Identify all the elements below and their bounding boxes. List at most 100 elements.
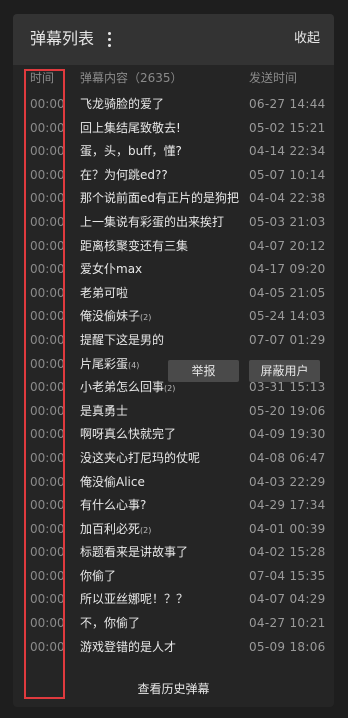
row-content-text: 标题看来是讲故事了 — [80, 545, 189, 560]
row-sent-time: 07-07 01:29 — [249, 332, 326, 347]
danmaku-row[interactable]: 00:00 提醒下这是男的 07-07 01:29 — [13, 329, 334, 353]
row-time: 00:00 — [30, 498, 65, 513]
row-time: 00:00 — [30, 285, 65, 300]
danmaku-row[interactable]: 00:00 加百利必死(2) 04-01 00:39 — [13, 518, 334, 542]
panel-title: 弹幕列表 — [30, 29, 95, 48]
row-content-text: 回上集结尾致敬去! — [80, 120, 181, 135]
row-time: 00:00 — [30, 616, 65, 631]
danmaku-row[interactable]: 00:00 在？为何跳ed?? 05-07 10:14 — [13, 164, 334, 188]
danmaku-row[interactable]: 00:00 蛋，头，buff，懂? 04-14 22:34 — [13, 140, 334, 164]
row-content: 飞龙骑脸的爱了 — [80, 93, 164, 117]
row-content-text: 加百利必死 — [80, 521, 141, 536]
danmaku-row[interactable]: 00:00 有什么心事? 04-29 17:34 — [13, 494, 334, 518]
row-content: 那个说前面ed有正片的是狗把 — [80, 187, 239, 211]
row-sent-time: 04-01 00:39 — [249, 521, 326, 536]
more-options-icon[interactable] — [108, 32, 112, 48]
danmaku-row[interactable]: 00:00 所以亚丝娜呢！？？ 04-07 04:29 — [13, 588, 334, 612]
danmaku-row[interactable]: 00:00 是真勇士 05-20 19:06 — [13, 400, 334, 424]
row-time: 00:00 — [30, 403, 65, 418]
report-button[interactable]: 举报 — [168, 360, 239, 382]
row-sent-time: 04-07 20:12 — [249, 238, 326, 253]
row-content-text: 有什么心事? — [80, 498, 147, 513]
row-time: 00:00 — [30, 262, 65, 277]
row-time: 00:00 — [30, 592, 65, 607]
row-content: 游戏登错的是人才 — [80, 636, 176, 660]
row-sent-time: 04-07 04:29 — [249, 592, 326, 607]
row-content-text: 老弟可啦 — [80, 285, 129, 300]
row-time: 00:00 — [30, 309, 65, 324]
row-content: 啊呀真么快就完了 — [80, 423, 176, 447]
danmaku-row[interactable]: 00:00 距离核聚变还有三集 04-07 20:12 — [13, 235, 334, 259]
danmaku-row[interactable]: 00:00 标题看来是讲故事了 04-02 15:28 — [13, 541, 334, 565]
row-time: 00:00 — [30, 474, 65, 489]
row-sent-time: 05-24 14:03 — [249, 309, 326, 324]
row-sent-time: 05-09 18:06 — [249, 639, 326, 654]
row-time: 00:00 — [30, 97, 65, 111]
danmaku-row[interactable]: 00:00 俺没偷妹子(2) 05-24 14:03 — [13, 305, 334, 329]
block-user-button[interactable]: 屏蔽用户 — [249, 360, 320, 382]
column-header-sent-time[interactable]: 发送时间 — [249, 68, 297, 88]
row-content: 上一集说有彩蛋的出来挨打 — [80, 211, 224, 235]
row-content-text: 俺没偷Alice — [80, 474, 145, 489]
row-sent-time: 04-02 15:28 — [249, 545, 326, 560]
row-content-text: 提醒下这是男的 — [80, 332, 165, 347]
row-time: 00:00 — [30, 568, 65, 583]
row-sent-time: 05-02 15:21 — [249, 120, 326, 135]
row-repeat-count: (2) — [140, 313, 152, 323]
row-time: 00:00 — [30, 356, 65, 371]
danmaku-row[interactable]: 00:00 俺没偷Alice 04-03 22:29 — [13, 471, 334, 495]
row-repeat-count: (2) — [140, 525, 152, 535]
row-time: 00:00 — [30, 167, 65, 182]
row-time: 00:00 — [30, 545, 65, 560]
row-time: 00:00 — [30, 120, 65, 135]
danmaku-row[interactable]: 00:00 上一集说有彩蛋的出来挨打 05-03 21:03 — [13, 211, 334, 235]
row-sent-time: 04-04 22:38 — [249, 191, 326, 206]
row-time: 00:00 — [30, 450, 65, 465]
row-sent-time: 04-14 22:34 — [249, 144, 326, 159]
row-content: 回上集结尾致敬去! — [80, 117, 181, 141]
row-sent-time: 04-03 22:29 — [249, 474, 326, 489]
column-header-content[interactable]: 弹幕内容（2635） — [80, 68, 183, 88]
danmaku-row[interactable]: 00:00 没这夹心打尼玛的仗呢 04-08 06:47 — [13, 447, 334, 471]
row-content-text: 飞龙骑脸的爱了 — [80, 97, 165, 111]
row-sent-time: 04-08 06:47 — [249, 450, 326, 465]
danmaku-row[interactable]: 00:00 飞龙骑脸的爱了 06-27 14:44 — [13, 93, 334, 117]
row-content: 老弟可啦 — [80, 282, 128, 306]
row-content: 爱女仆max — [80, 258, 142, 282]
row-content-text: 俺没偷妹子 — [80, 309, 141, 324]
danmaku-list-panel: 弹幕列表 收起 时间 弹幕内容（2635） 发送时间 00:00 飞龙骑脸的爱了 0… — [13, 14, 334, 707]
danmaku-row[interactable]: 00:00 回上集结尾致敬去! 05-02 15:21 — [13, 117, 334, 141]
danmaku-row[interactable]: 00:00 你偷了 07-04 15:35 — [13, 565, 334, 589]
danmaku-row[interactable]: 00:00 爱女仆max 04-17 09:20 — [13, 258, 334, 282]
row-content-text: 那个说前面ed有正片的是狗把 — [80, 191, 240, 206]
row-content: 距离核聚变还有三集 — [80, 235, 188, 259]
danmaku-row[interactable]: 00:00 那个说前面ed有正片的是狗把 04-04 22:38 — [13, 187, 334, 211]
danmaku-row[interactable]: 00:00 不，你偷了 04-27 10:21 — [13, 612, 334, 636]
row-content-text: 所以亚丝娜呢！？？ — [80, 592, 189, 607]
row-content-text: 在？为何跳ed?? — [80, 167, 168, 182]
row-time: 00:00 — [30, 144, 65, 159]
danmaku-row[interactable]: 00:00 游戏登错的是人才 05-09 18:06 — [13, 636, 334, 660]
row-content-text: 上一集说有彩蛋的出来挨打 — [80, 214, 225, 229]
view-history-button[interactable]: 查看历史弹幕 — [13, 681, 334, 697]
row-time: 00:00 — [30, 332, 65, 347]
row-content-text: 不，你偷了 — [80, 616, 141, 631]
panel-header: 弹幕列表 收起 — [13, 14, 334, 65]
row-time: 00:00 — [30, 191, 65, 206]
row-content: 加百利必死(2) — [80, 518, 151, 543]
row-sent-time: 05-07 10:14 — [249, 167, 326, 182]
danmaku-row[interactable]: 00:00 老弟可啦 04-05 21:05 — [13, 282, 334, 306]
row-sent-time: 06-27 14:44 — [249, 97, 326, 111]
row-sent-time: 07-04 15:35 — [249, 568, 326, 583]
row-sent-time: 05-20 19:06 — [249, 403, 326, 418]
row-content-text: 蛋，头，buff，懂? — [80, 144, 182, 159]
column-header-time[interactable]: 时间 — [30, 68, 54, 88]
row-content-text: 距离核聚变还有三集 — [80, 238, 189, 253]
danmaku-row[interactable]: 00:00 啊呀真么快就完了 04-09 19:30 — [13, 423, 334, 447]
row-content: 是真勇士 — [80, 400, 128, 424]
row-time: 00:00 — [30, 380, 65, 395]
row-content: 你偷了 — [80, 565, 116, 589]
row-sent-time: 04-29 17:34 — [249, 498, 326, 513]
row-content-text: 爱女仆max — [80, 262, 143, 277]
collapse-button[interactable]: 收起 — [294, 31, 320, 47]
